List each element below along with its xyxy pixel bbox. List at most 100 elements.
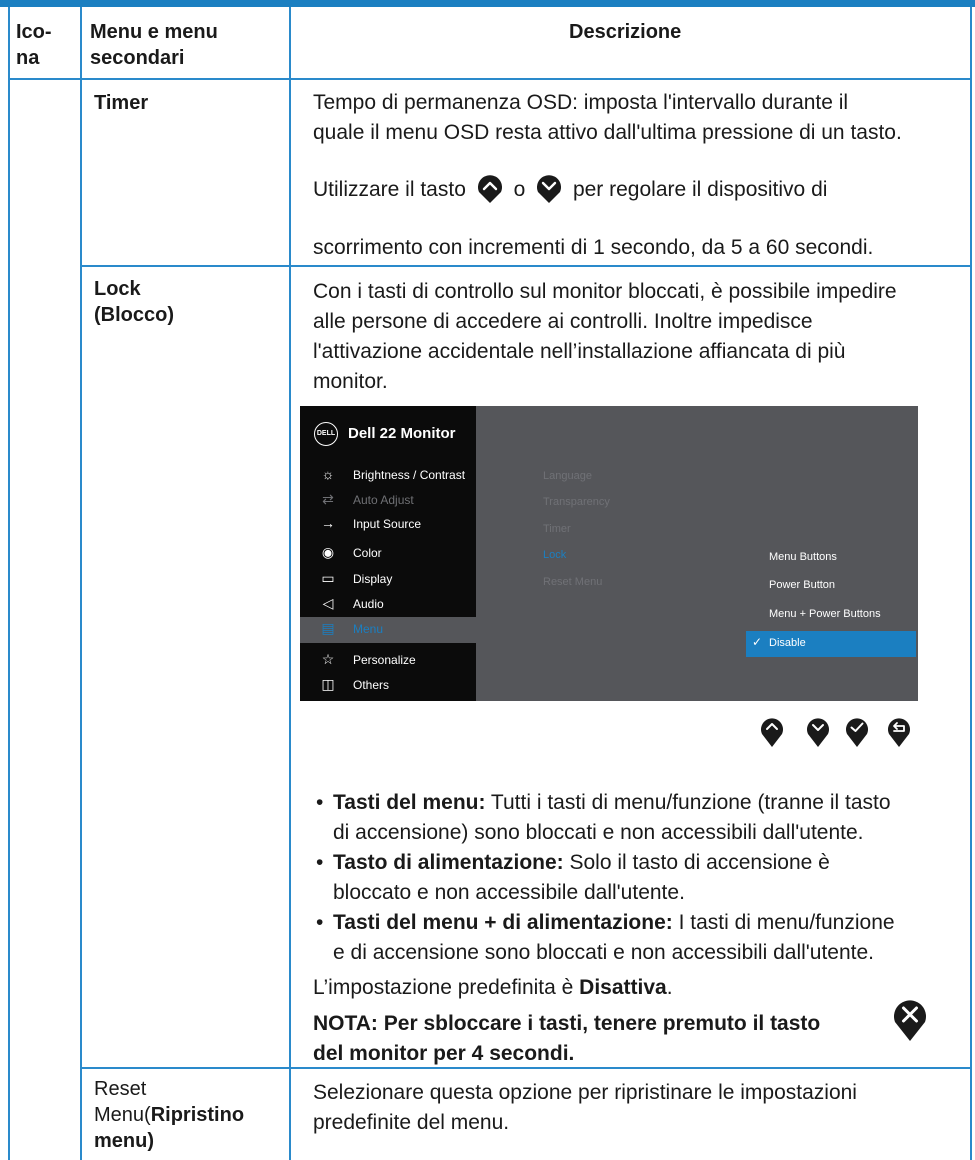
up-button-icon: [477, 175, 502, 204]
bullet-text-line1: Tutti i tasti di menu/funzione (tranne i…: [485, 791, 891, 814]
bullet-text-line1: I tasti di menu/funzione: [672, 911, 895, 934]
down-button-icon: [537, 175, 562, 204]
osd-menu-personalize-label: Personalize: [353, 653, 416, 667]
osd-menu-display-label: Display: [353, 572, 393, 586]
table-border-col1: [80, 7, 82, 1160]
reset-desc-line2: predefinite del menu.: [313, 1111, 510, 1134]
osd-menu-audio: ◁ Audio: [300, 592, 476, 618]
lock-menu-line1: Lock: [94, 278, 141, 300]
note-line1: NOTA: Per sbloccare i tasti, tenere prem…: [313, 1012, 821, 1035]
down-button-icon: [807, 718, 829, 747]
timer-desc-line1: Tempo di permanenza OSD: imposta l'inter…: [313, 91, 849, 114]
header-icon-line2: na: [16, 47, 40, 69]
table-border-right: [970, 7, 972, 1160]
bullet-text-line2: bloccato e non accessibile dall'utente.: [333, 881, 685, 904]
star-icon: ☆: [321, 651, 335, 667]
osd-screenshot: DELL Dell 22 Monitor ☼ Brightness / Contr…: [300, 406, 918, 701]
header-icon-col: Ico- na: [16, 19, 52, 71]
lock-menu-label: Lock (Blocco): [94, 276, 174, 328]
lock-note: NOTA: Per sbloccare i tasti, tenere prem…: [313, 1009, 965, 1069]
bullet-text-line1: Solo il tasto di accensione è: [563, 851, 830, 874]
osd-sub-lock: Lock: [543, 549, 567, 561]
bullet-text-line2: di accensione) sono bloccati e non acces…: [333, 821, 864, 844]
timer-desc-p2-pre: Utilizzare il tasto: [313, 178, 466, 201]
bullet-term: Tasto di alimentazione:: [333, 851, 564, 874]
default-setting-prefix: L’impostazione predefinita è: [313, 976, 580, 999]
reset-desc-line1: Selezionare questa opzione per ripristin…: [313, 1081, 857, 1104]
osd-menu-display: ▭ Display: [300, 567, 476, 593]
osd-option-menu-power: Menu + Power Buttons: [746, 602, 916, 628]
timer-desc-p3: scorrimento con incrementi di 1 secondo,…: [313, 236, 874, 259]
osd-menu-others-label: Others: [353, 678, 390, 692]
osd-option-power-button-label: Power Button: [769, 579, 836, 591]
osd-option-power-button: Power Button: [746, 573, 916, 599]
reset-menu-line1: Reset: [94, 1078, 147, 1100]
list-item: • Tasti del menu + di alimentazione: I t…: [313, 908, 975, 968]
osd-sub-timer: Timer: [543, 523, 571, 535]
header-menu-col: Menu e menu secondari: [90, 19, 218, 71]
manual-page: Ico- na Menu e menu secondari Descrizion…: [0, 0, 975, 1160]
bullet-text-line2: e di accensione sono bloccati e non acce…: [333, 941, 875, 964]
header-menu-line1: Menu e menu: [90, 21, 218, 43]
osd-menu-others: ◫ Others: [300, 673, 476, 699]
note-line2: del monitor per 4 secondi.: [313, 1042, 575, 1065]
input-source-icon: →: [321, 515, 335, 531]
timer-desc-p2: Utilizzare il tasto o per regolare il di…: [313, 175, 965, 205]
default-setting-value: Disattiva: [579, 976, 667, 999]
osd-menu-color-label: Color: [353, 546, 382, 560]
header-desc-col: Descrizione: [569, 21, 682, 43]
osd-title: DELL Dell 22 Monitor: [314, 422, 456, 446]
timer-desc-p2-post: per regolare il dispositivo di: [572, 178, 828, 201]
osd-option-disable: ✓ Disable: [746, 631, 916, 657]
check-button-icon: [846, 718, 868, 747]
lock-desc-line4: monitor.: [313, 370, 388, 393]
header-icon-line1: Ico-: [16, 21, 52, 43]
osd-menu-audio-label: Audio: [353, 597, 384, 611]
reset-menu-line2-bold: Ripristino: [150, 1104, 245, 1126]
osd-main-panel: DELL Dell 22 Monitor ☼ Brightness / Contr…: [300, 406, 476, 701]
bullet-dot: •: [316, 911, 324, 934]
reset-menu-line2-plain: Menu(: [94, 1104, 151, 1126]
bullet-term: Tasti del menu:: [333, 791, 486, 814]
dell-logo: DELL: [314, 422, 338, 446]
osd-menu-input-source: → Input Source: [300, 512, 476, 538]
timer-menu-label: Timer: [94, 92, 149, 114]
lock-default-setting: L’impostazione predefinita è Disattiva.: [313, 973, 965, 1003]
auto-adjust-icon: ⇄: [322, 491, 334, 507]
osd-option-menu-buttons-label: Menu Buttons: [769, 551, 837, 563]
others-icon: ◫: [321, 676, 335, 692]
default-setting-suffix: .: [666, 976, 673, 999]
row-divider-timer-lock: [80, 265, 972, 267]
bullet-term: Tasti del menu + di alimentazione:: [333, 911, 673, 934]
osd-option-menu-buttons: Menu Buttons: [746, 545, 916, 571]
reset-menu-label: Reset Menu(Ripristino menu): [94, 1076, 286, 1154]
bullet-dot: •: [316, 851, 324, 874]
up-button-icon: [761, 718, 783, 747]
osd-title-text: Dell 22 Monitor: [348, 424, 456, 442]
timer-desc-p1: Tempo di permanenza OSD: imposta l'inter…: [313, 88, 965, 148]
exit-button-icon: [894, 1000, 926, 1041]
osd-sub-transparency: Transparency: [543, 496, 610, 508]
table-header-divider: [8, 78, 972, 80]
bullet-dot: •: [316, 791, 324, 814]
osd-option-disable-label: Disable: [769, 637, 806, 649]
osd-menu-auto-adjust-label: Auto Adjust: [353, 493, 414, 507]
osd-menu-menu: ▤ Menu: [300, 617, 476, 643]
lock-desc-line2: alle persone di accedere ai controlli. I…: [313, 310, 813, 333]
osd-sub-reset-menu: Reset Menu: [543, 576, 603, 588]
osd-menu-input-source-label: Input Source: [353, 517, 422, 531]
timer-desc-p2-mid: o: [513, 178, 526, 201]
display-icon: ▭: [321, 570, 335, 586]
lock-desc-line3: l'attivazione accidentale nell’installaz…: [313, 340, 846, 363]
lock-desc-p1: Con i tasti di controllo sul monitor blo…: [313, 277, 965, 397]
timer-desc-line2: quale il menu OSD resta attivo dall'ulti…: [313, 121, 902, 144]
header-menu-line2: secondari: [90, 47, 185, 69]
reset-menu-line3: menu): [94, 1130, 154, 1152]
osd-menu-auto-adjust: ⇄ Auto Adjust: [300, 488, 476, 514]
top-accent-bar: [0, 0, 975, 7]
back-button-icon: [888, 718, 910, 747]
osd-option-menu-power-label: Menu + Power Buttons: [769, 608, 881, 620]
list-item: • Tasto di alimentazione: Solo il tasto …: [313, 848, 975, 908]
osd-menu-menu-label: Menu: [353, 622, 384, 636]
lock-desc-line1: Con i tasti di controllo sul monitor blo…: [313, 280, 897, 303]
